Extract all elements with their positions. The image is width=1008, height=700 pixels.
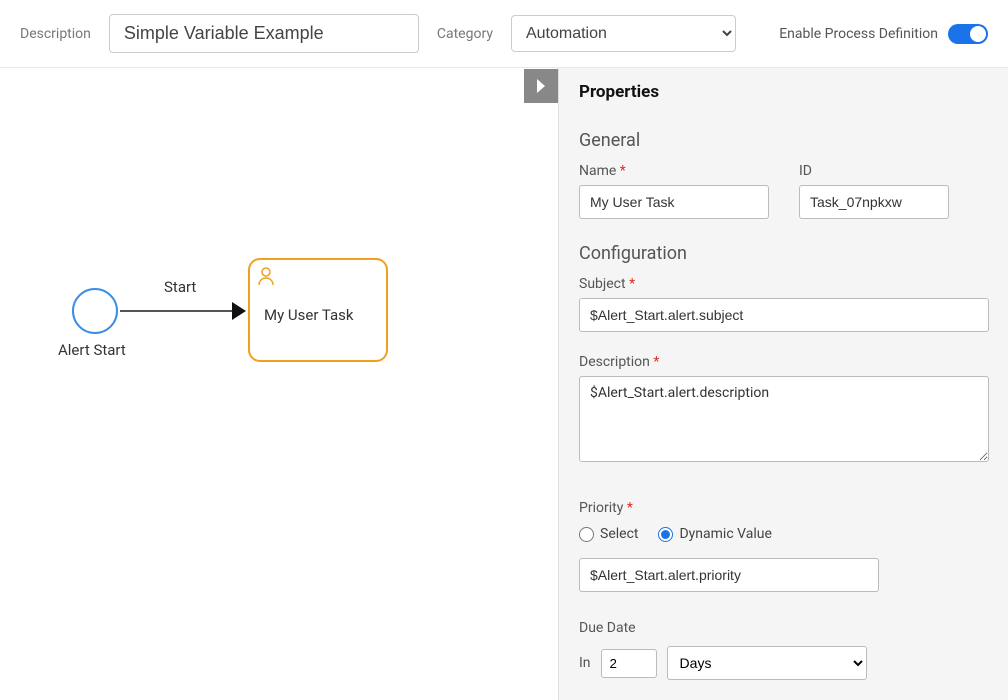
- user-task-icon: [256, 266, 276, 290]
- subject-input[interactable]: [579, 298, 989, 332]
- id-input[interactable]: [799, 185, 949, 219]
- due-unit-select[interactable]: Days: [667, 646, 867, 680]
- name-label: Name *: [579, 163, 769, 179]
- top-bar: Description Category Automation Enable P…: [0, 0, 1008, 68]
- arrow-icon: [232, 302, 246, 320]
- user-task-node[interactable]: My User Task: [248, 258, 388, 362]
- priority-label: Priority *: [579, 500, 988, 516]
- sequence-flow-label: Start: [164, 278, 196, 296]
- priority-dynamic-radio[interactable]: Dynamic Value: [658, 526, 771, 542]
- category-select[interactable]: Automation: [511, 15, 736, 52]
- panel-collapse-button[interactable]: [524, 69, 558, 103]
- start-event-label: Alert Start: [58, 341, 126, 359]
- process-canvas[interactable]: Alert Start Start My User Task: [0, 68, 524, 700]
- sequence-flow[interactable]: [120, 310, 235, 312]
- enable-toggle[interactable]: [948, 24, 988, 44]
- description-textarea[interactable]: [579, 376, 989, 462]
- due-in-label: In: [579, 655, 591, 671]
- enable-label: Enable Process Definition: [779, 26, 938, 42]
- description-field-label: Description *: [579, 354, 988, 370]
- general-heading: General: [559, 112, 1008, 157]
- category-label: Category: [437, 26, 493, 42]
- configuration-heading: Configuration: [559, 225, 1008, 270]
- description-label: Description: [20, 26, 91, 42]
- panel-title: Properties: [559, 68, 1008, 112]
- id-label: ID: [799, 163, 949, 179]
- name-input[interactable]: [579, 185, 769, 219]
- priority-select-radio[interactable]: Select: [579, 526, 638, 542]
- due-number-input[interactable]: [601, 649, 657, 678]
- properties-panel: Properties General Name * ID Configurati…: [558, 68, 1008, 700]
- start-event-node[interactable]: [72, 288, 118, 334]
- due-date-label: Due Date: [579, 620, 988, 636]
- subject-label: Subject *: [579, 276, 988, 292]
- description-input[interactable]: [109, 14, 419, 53]
- user-task-label: My User Task: [264, 306, 353, 324]
- priority-input[interactable]: [579, 558, 879, 592]
- enable-toggle-wrap: Enable Process Definition: [779, 24, 988, 44]
